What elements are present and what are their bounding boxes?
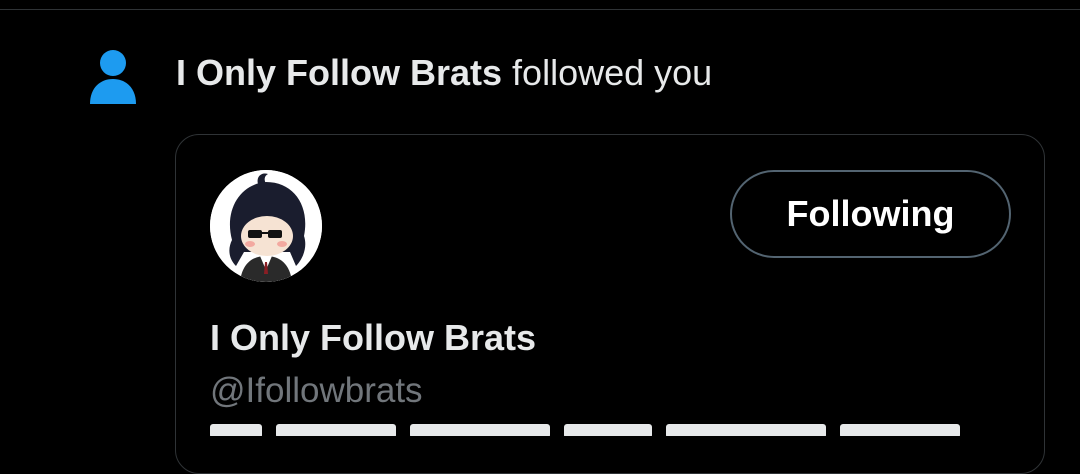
profile-bio-truncated (210, 424, 980, 436)
profile-handle[interactable]: @Ifollowbrats (210, 369, 423, 413)
top-divider (0, 9, 1080, 10)
profile-display-name[interactable]: I Only Follow Brats (210, 316, 536, 360)
person-icon (90, 50, 136, 104)
notification-text: I Only Follow Brats followed you (176, 50, 712, 96)
actor-name-link[interactable]: I Only Follow Brats (176, 52, 502, 93)
anime-avatar-image (210, 170, 322, 282)
action-text: followed you (502, 52, 713, 93)
following-button[interactable]: Following (730, 170, 1011, 258)
avatar[interactable] (210, 170, 322, 282)
